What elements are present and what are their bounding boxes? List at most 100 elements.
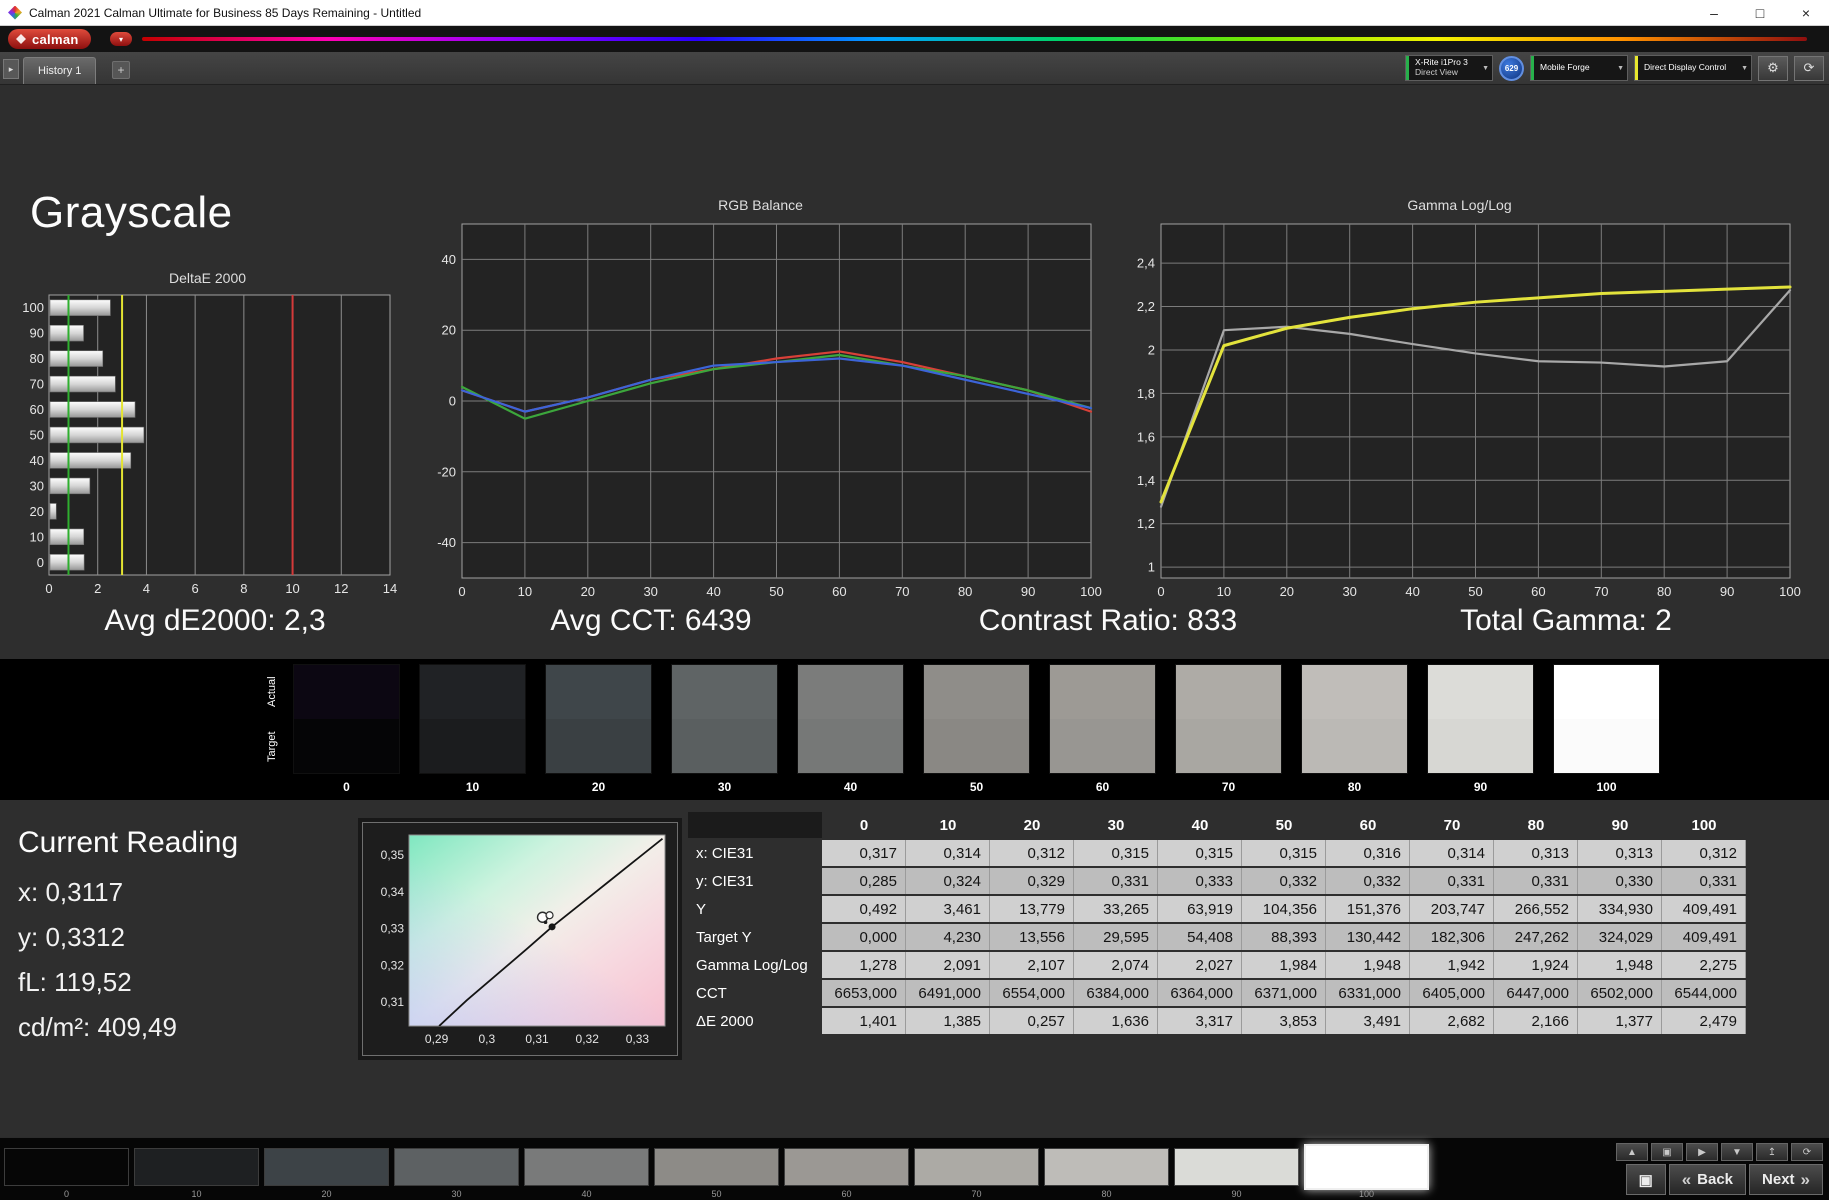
- table-row: Y 0,492 3,461 13,779 33,265 63,919 104,356 151,…: [688, 896, 1746, 922]
- swatch-target-half: [1050, 719, 1155, 773]
- meter-status-badge[interactable]: 629: [1499, 55, 1524, 81]
- source-select-label: Mobile Forge: [1540, 62, 1590, 73]
- back-button[interactable]: « Back: [1668, 1164, 1747, 1195]
- svg-text:20: 20: [1280, 584, 1294, 599]
- svg-text:30: 30: [643, 584, 657, 599]
- table-cell: 6371,000: [1242, 980, 1326, 1006]
- table-row-label: x: CIE31: [696, 844, 754, 862]
- swatch-target-half: [798, 719, 903, 773]
- svg-text:60: 60: [30, 402, 44, 417]
- svg-text:0: 0: [458, 584, 465, 599]
- swatch-target-half: [546, 719, 651, 773]
- swatch-actual-half: [1176, 665, 1281, 719]
- actual-row-label: Actual: [266, 676, 278, 708]
- display-control-select[interactable]: Direct Display Control ▼: [1634, 55, 1752, 81]
- table-cell: 0,312: [990, 840, 1074, 866]
- svg-text:90: 90: [1720, 584, 1734, 599]
- table-cell: 2,074: [1074, 952, 1158, 978]
- swatch-level-label: 90: [1473, 780, 1488, 794]
- settings-button[interactable]: ⚙: [1758, 55, 1788, 81]
- svg-text:10: 10: [285, 581, 299, 596]
- close-button[interactable]: ×: [1783, 0, 1829, 25]
- table-cell: 0,324: [906, 868, 990, 894]
- svg-text:0,32: 0,32: [576, 1032, 600, 1046]
- svg-text:60: 60: [1531, 584, 1545, 599]
- swatch-actual-half: [1554, 665, 1659, 719]
- level-button-70[interactable]: [914, 1148, 1039, 1186]
- next-button[interactable]: Next »: [1749, 1164, 1823, 1195]
- target-row-label: Target: [266, 731, 278, 763]
- table-cell: 0,312: [1662, 840, 1746, 866]
- swatch-level-label: 0: [343, 780, 350, 794]
- svg-text:90: 90: [1021, 584, 1035, 599]
- tab-controls: X-Rite i1Pro 3 Direct View ▼ 629 Mobile …: [1405, 55, 1824, 81]
- reading-fl: fL: 119,52: [18, 967, 132, 997]
- brand-bar: calman ▾: [0, 26, 1829, 52]
- level-button-label: 50: [711, 1189, 722, 1199]
- refresh-button[interactable]: ⟳: [1794, 55, 1824, 81]
- table-cell: 0,316: [1326, 840, 1410, 866]
- swatch-target-half: [1302, 719, 1407, 773]
- level-button-30[interactable]: [394, 1148, 519, 1186]
- collapse-button[interactable]: ▲: [1616, 1143, 1648, 1161]
- minimize-button[interactable]: –: [1691, 0, 1737, 25]
- level-button-90[interactable]: [1174, 1148, 1299, 1186]
- refresh-button[interactable]: ⟳: [1791, 1143, 1823, 1161]
- svg-text:40: 40: [30, 453, 44, 468]
- reading-cd: cd/m²: 409,49: [18, 1012, 177, 1042]
- level-button-40[interactable]: [524, 1148, 649, 1186]
- table-cell: 0,331: [1074, 868, 1158, 894]
- swatch-target-half: [1554, 719, 1659, 773]
- swatch-actual-half: [1428, 665, 1533, 719]
- svg-text:40: 40: [1405, 584, 1419, 599]
- level-button-50[interactable]: [654, 1148, 779, 1186]
- level-button-100[interactable]: [1304, 1144, 1429, 1190]
- page-title: Grayscale: [30, 188, 233, 237]
- eject-button[interactable]: ↥: [1756, 1143, 1788, 1161]
- swatch-level-label: 60: [1095, 780, 1110, 794]
- play-button[interactable]: ▶: [1686, 1143, 1718, 1161]
- avg-cct-stat: Avg CCT: 6439: [550, 604, 752, 637]
- reading-x: x: 0,3117: [18, 877, 124, 907]
- svg-text:12: 12: [334, 581, 348, 596]
- table-cell: 334,930: [1578, 896, 1662, 922]
- window-controls: – □ ×: [1691, 0, 1829, 25]
- table-cell: 0,313: [1578, 840, 1662, 866]
- svg-text:0: 0: [449, 394, 456, 409]
- table-cell: 0,257: [990, 1008, 1074, 1034]
- svg-text:100: 100: [1779, 584, 1801, 599]
- source-select[interactable]: Mobile Forge ▼: [1530, 55, 1628, 81]
- calman-logo-button[interactable]: calman: [8, 29, 91, 49]
- svg-text:70: 70: [30, 377, 44, 392]
- rgb-balance-line-chart: 0 10 20 30 40 50 60 70 80 90 100 40 20 0 -20 -40: [437, 223, 1102, 599]
- svg-text:0: 0: [37, 555, 44, 570]
- tab-scroll-button[interactable]: ▸: [3, 59, 19, 79]
- table-cell: 3,491: [1326, 1008, 1410, 1034]
- level-button-20[interactable]: [264, 1148, 389, 1186]
- maximize-button[interactable]: □: [1737, 0, 1783, 25]
- rgb-balance-chart-title: RGB Balance: [718, 197, 803, 213]
- meter-select[interactable]: X-Rite i1Pro 3 Direct View ▼: [1405, 55, 1493, 81]
- deltae-chart-title: DeltaE 2000: [168, 270, 247, 286]
- add-tab-button[interactable]: +: [112, 61, 130, 79]
- tab-history-1[interactable]: History 1: [23, 57, 97, 84]
- total-gamma-stat: Total Gamma: 2: [1460, 604, 1672, 637]
- level-button-0[interactable]: [4, 1148, 129, 1186]
- svg-text:50: 50: [30, 428, 44, 443]
- grayscale-swatch-80: [1301, 664, 1408, 774]
- monitor-button[interactable]: ▣: [1651, 1143, 1683, 1161]
- calman-menu-caret[interactable]: ▾: [110, 32, 132, 46]
- level-button-10[interactable]: [134, 1148, 259, 1186]
- level-button-label: 60: [841, 1189, 852, 1199]
- level-button-label: 70: [971, 1189, 982, 1199]
- level-button-80[interactable]: [1044, 1148, 1169, 1186]
- level-button-60[interactable]: [784, 1148, 909, 1186]
- save-button[interactable]: ▼: [1721, 1143, 1753, 1161]
- app-icon: [8, 5, 22, 20]
- display-button[interactable]: ▣: [1625, 1164, 1666, 1195]
- svg-text:1,6: 1,6: [1137, 429, 1155, 444]
- svg-text:-20: -20: [437, 464, 456, 479]
- table-cell: 6364,000: [1158, 980, 1242, 1006]
- gamma-chart-panel: Gamma Log/Log 0 10 20 30 40 50 60 70 80 90 100 2,4 2…: [1117, 197, 1802, 611]
- svg-text:1,8: 1,8: [1137, 386, 1155, 401]
